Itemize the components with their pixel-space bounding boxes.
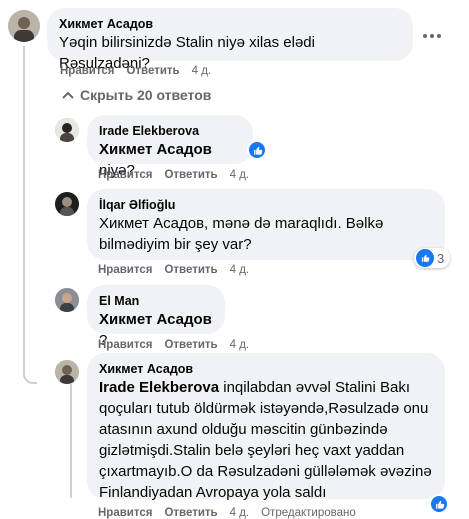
like-reaction-icon bbox=[416, 249, 434, 267]
like-reaction-icon[interactable] bbox=[247, 140, 267, 160]
chevron-up-icon bbox=[62, 91, 74, 99]
like-button[interactable]: Нравится bbox=[98, 264, 152, 276]
mention-link[interactable]: Хикмет Асадов bbox=[99, 141, 212, 158]
comment-actions: Нравится Ответить 4 д. Отредактировано bbox=[98, 507, 368, 519]
comment-author[interactable]: Хикмет Асадов bbox=[99, 361, 433, 377]
avatar[interactable] bbox=[55, 118, 79, 142]
avatar[interactable] bbox=[55, 360, 79, 384]
comment-bubble: Хикмет Асадов Yəqin bilirsinizdə Stalin … bbox=[47, 8, 413, 72]
timestamp[interactable]: 4 д. bbox=[230, 339, 250, 351]
reply-button[interactable]: Ответить bbox=[164, 264, 217, 276]
like-button[interactable]: Нравится bbox=[98, 507, 152, 519]
reaction-count: 3 bbox=[437, 250, 445, 266]
like-button[interactable]: Нравится bbox=[98, 169, 152, 181]
comment-text-body: inqilabdan əvvəl Stalini Bakı qoçuları t… bbox=[99, 379, 432, 501]
comment-actions: Нравится Ответить 4 д. bbox=[98, 169, 261, 181]
reply-button[interactable]: Ответить bbox=[126, 65, 179, 77]
timestamp[interactable]: 4 д. bbox=[192, 65, 212, 77]
hide-replies-label: Скрыть 20 ответов bbox=[80, 87, 212, 103]
comment-text: Хикмет Асадов, mənə də maraqlıdı. Bəlkə … bbox=[99, 215, 384, 253]
like-button[interactable]: Нравится bbox=[98, 339, 152, 351]
comment-bubble: Irade Elekberova Хикмет Асадов niyə? bbox=[87, 115, 253, 179]
like-button[interactable]: Нравится bbox=[60, 65, 114, 77]
reply-button[interactable]: Ответить bbox=[164, 507, 217, 519]
reaction-count-pill[interactable]: 3 bbox=[414, 248, 451, 268]
comment-bubble: Хикмет Асадов Irade Elekberova inqilabda… bbox=[87, 353, 445, 501]
comment-text: Irade Elekberova inqilabdan əvvəl Stalin… bbox=[99, 377, 433, 503]
timestamp[interactable]: 4 д. bbox=[230, 507, 250, 519]
comment-bubble: El Man Хикмет Асадов ? bbox=[87, 285, 225, 349]
edited-label: Отредактировано bbox=[261, 507, 356, 519]
more-options-icon[interactable] bbox=[420, 24, 444, 48]
like-reaction-icon[interactable] bbox=[429, 494, 449, 514]
thread-line-reply bbox=[70, 384, 72, 498]
comment-author[interactable]: Хикмет Асадов bbox=[59, 16, 401, 32]
avatar[interactable] bbox=[55, 192, 79, 216]
reply-button[interactable]: Ответить bbox=[164, 339, 217, 351]
avatar[interactable] bbox=[55, 288, 79, 312]
comment-actions: Нравится Ответить 4 д. bbox=[60, 65, 223, 77]
avatar[interactable] bbox=[8, 10, 40, 42]
mention-link[interactable]: Хикмет Асадов bbox=[99, 311, 212, 328]
mention-link[interactable]: Irade Elekberova bbox=[99, 379, 219, 396]
comment-author[interactable]: El Man bbox=[99, 293, 213, 309]
comment-author[interactable]: İlqar Əlfioğlu bbox=[99, 197, 433, 213]
timestamp[interactable]: 4 д. bbox=[230, 169, 250, 181]
hide-replies-button[interactable]: Скрыть 20 ответов bbox=[62, 87, 211, 103]
comment-author[interactable]: Irade Elekberova bbox=[99, 123, 241, 139]
comment-actions: Нравится Ответить 4 д. bbox=[98, 339, 261, 351]
comment-actions: Нравится Ответить 4 д. bbox=[98, 264, 261, 276]
reply-button[interactable]: Ответить bbox=[164, 169, 217, 181]
thread-curve bbox=[23, 372, 37, 384]
thread-line bbox=[23, 46, 25, 376]
comment-bubble: İlqar Əlfioğlu Хикмет Асадов, mənə də ma… bbox=[87, 189, 445, 260]
timestamp[interactable]: 4 д. bbox=[230, 264, 250, 276]
